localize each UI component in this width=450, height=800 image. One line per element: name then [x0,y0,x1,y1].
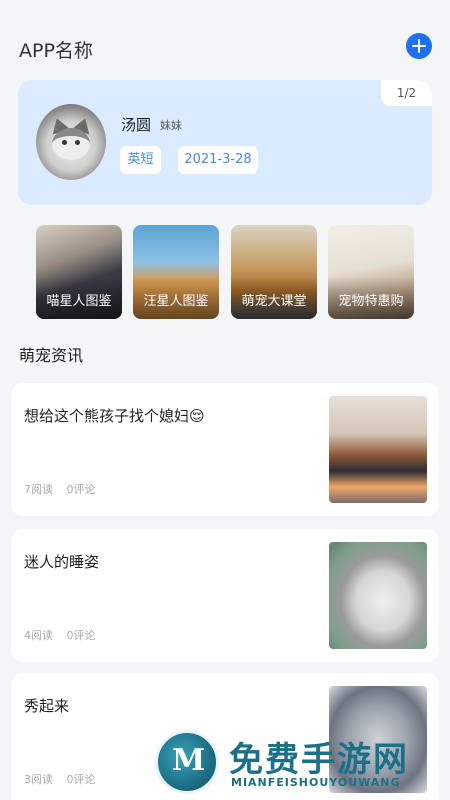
comment-count: 0评论 [66,483,96,496]
watermark-text-cn: 免费手游网 [229,740,409,780]
add-pet-button[interactable] [406,33,432,59]
news-section-title: 萌宠资讯 [19,346,84,365]
watermark-text-en: MIANFEISHOUYOUWANG [231,776,401,789]
news-meta: 3阅读 0评论 [24,771,106,787]
site-watermark: 免费手游网 MIANFEISHOUYOUWANG [155,728,445,798]
pet-profile-card[interactable]: 1/2 汤圆 妹妹 英短 2021-3-28 [18,80,432,205]
news-title: 迷人的睡姿 [24,553,100,571]
news-meta: 7阅读 0评论 [24,481,106,497]
app-title: APP名称 [19,40,93,62]
news-item[interactable]: 迷人的睡姿 4阅读 0评论 [11,529,439,662]
news-thumbnail [329,396,427,503]
quick-link-label: 宠物特惠购 [338,294,404,309]
pet-avatar[interactable] [36,104,106,180]
top-bar: APP名称 [0,0,450,90]
news-title: 想给这个熊孩子找个媳妇😌 [24,407,205,425]
news-item[interactable]: 想给这个熊孩子找个媳妇😌 7阅读 0评论 [11,383,439,516]
quick-link-label: 喵星人图鉴 [46,294,112,309]
quick-link-pet-deals[interactable]: 宠物特惠购 [328,225,414,319]
breed-chip: 英短 [120,146,161,174]
pet-name: 汤圆 [121,116,152,134]
quick-link-pet-class[interactable]: 萌宠大课堂 [231,225,317,319]
avatar-eye-left [62,140,67,145]
birthdate-chip: 2021-3-28 [178,146,258,174]
page-indicator: 1/2 [381,80,432,106]
read-count: 4阅读 [24,629,53,642]
pet-gender: 妹妹 [160,119,182,132]
news-title: 秀起来 [24,697,70,715]
quick-link-label: 汪星人图鉴 [143,294,209,309]
avatar-face [52,128,90,160]
quick-link-dog-guide[interactable]: 汪星人图鉴 [133,225,219,319]
read-count: 7阅读 [24,483,53,496]
news-thumbnail [329,542,427,649]
quick-link-cat-guide[interactable]: 喵星人图鉴 [36,225,122,319]
news-meta: 4阅读 0评论 [24,627,106,643]
comment-count: 0评论 [66,773,96,786]
avatar-eye-right [75,140,80,145]
watermark-logo-icon [155,730,219,794]
comment-count: 0评论 [66,629,96,642]
read-count: 3阅读 [24,773,53,786]
quick-link-label: 萌宠大课堂 [241,294,307,309]
